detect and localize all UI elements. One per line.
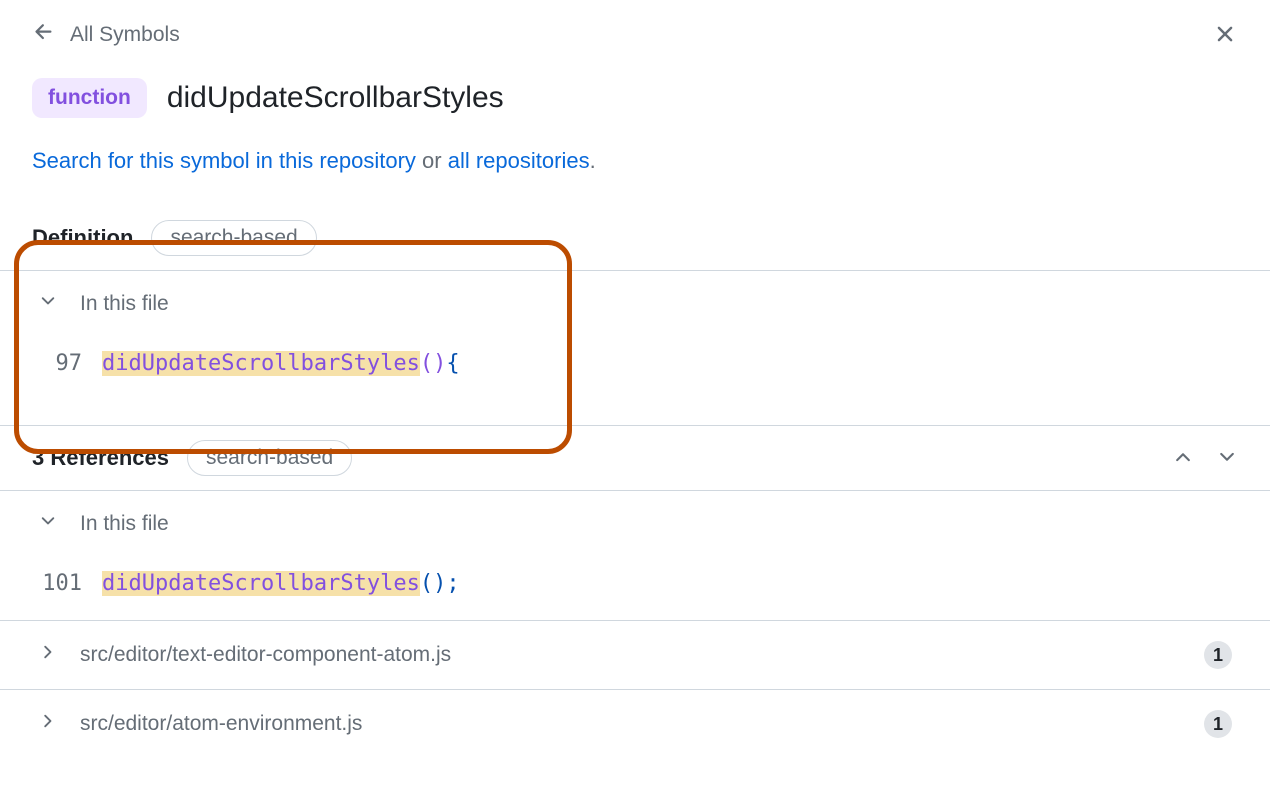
references-prev[interactable] bbox=[1172, 446, 1194, 471]
references-file-label: In this file bbox=[80, 512, 169, 536]
back-all-symbols[interactable]: All Symbols bbox=[32, 20, 180, 50]
reference-line-number: 101 bbox=[38, 571, 82, 596]
definition-code-row[interactable]: 97 didUpdateScrollbarStyles() { bbox=[0, 337, 1270, 400]
definition-file-toggle[interactable]: In this file bbox=[0, 271, 1270, 337]
code-highlight: didUpdateScrollbarStyles bbox=[102, 571, 420, 596]
chevron-down-icon bbox=[38, 291, 58, 317]
reference-file-path: src/editor/text-editor-component-atom.js bbox=[80, 643, 451, 667]
references-badge: search-based bbox=[187, 440, 352, 476]
references-file-toggle[interactable]: In this file bbox=[0, 491, 1270, 557]
reference-code: didUpdateScrollbarStyles(); bbox=[102, 571, 460, 596]
search-this-repo-link[interactable]: Search for this symbol in this repositor… bbox=[32, 148, 416, 173]
arrow-left-icon bbox=[32, 20, 56, 50]
back-label: All Symbols bbox=[70, 23, 180, 47]
reference-code-row[interactable]: 101 didUpdateScrollbarStyles(); bbox=[0, 557, 1270, 621]
references-next[interactable] bbox=[1216, 446, 1238, 471]
reference-file-collapsed[interactable]: src/editor/text-editor-component-atom.js… bbox=[0, 621, 1270, 690]
symbol-kind-badge: function bbox=[32, 78, 147, 118]
close-icon bbox=[1212, 21, 1238, 50]
chevron-right-icon bbox=[38, 711, 58, 737]
search-or: or bbox=[416, 148, 448, 173]
references-title: 3 References bbox=[32, 445, 169, 471]
reference-count: 1 bbox=[1204, 710, 1232, 738]
search-hint: Search for this symbol in this repositor… bbox=[0, 148, 1270, 174]
references-section-header: 3 References search-based bbox=[0, 426, 1270, 491]
reference-file-collapsed[interactable]: src/editor/atom-environment.js 1 bbox=[0, 690, 1270, 758]
definition-section-header: Definition search-based bbox=[0, 206, 1270, 271]
code-highlight: didUpdateScrollbarStyles bbox=[102, 351, 420, 376]
search-all-repos-link[interactable]: all repositories bbox=[448, 148, 590, 173]
chevron-down-icon bbox=[38, 511, 58, 537]
definition-file-label: In this file bbox=[80, 292, 169, 316]
definition-line-number: 97 bbox=[38, 351, 82, 376]
symbol-name: didUpdateScrollbarStyles bbox=[167, 81, 504, 115]
reference-file-path: src/editor/atom-environment.js bbox=[80, 712, 362, 736]
definition-title: Definition bbox=[32, 225, 133, 251]
definition-badge: search-based bbox=[151, 220, 316, 256]
chevron-right-icon bbox=[38, 642, 58, 668]
search-period: . bbox=[590, 148, 596, 173]
definition-code: didUpdateScrollbarStyles() { bbox=[102, 351, 460, 376]
close-button[interactable] bbox=[1212, 21, 1238, 50]
reference-count: 1 bbox=[1204, 641, 1232, 669]
